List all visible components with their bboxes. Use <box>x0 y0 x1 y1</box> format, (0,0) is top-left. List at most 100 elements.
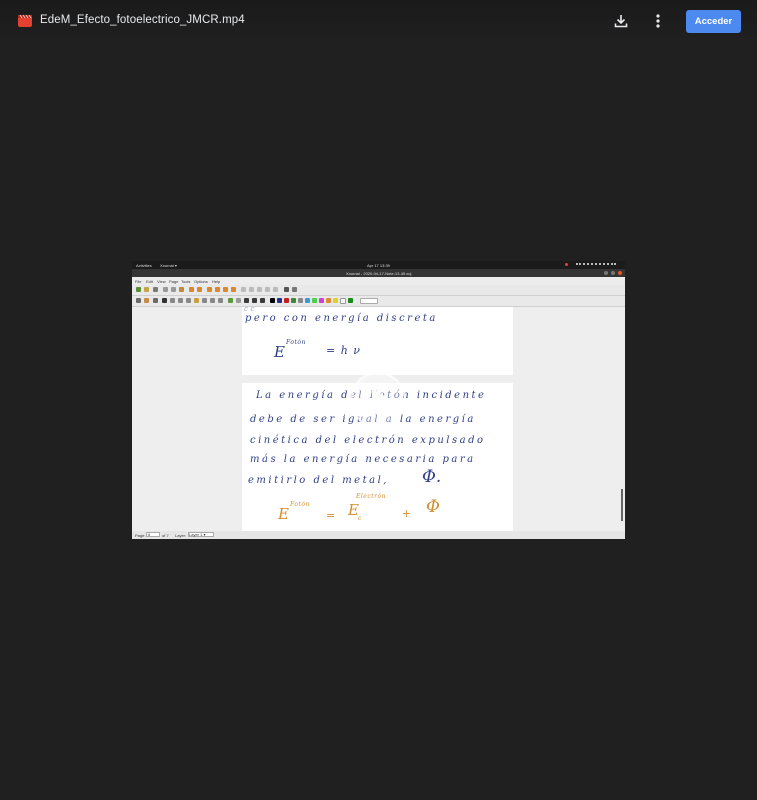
os-top-bar: Activities Xournal ▾ Apr 17 13:39 <box>132 261 625 269</box>
color-lightblue-icon <box>305 298 310 303</box>
select-rect-icon <box>178 298 183 303</box>
color-lightgreen-icon <box>312 298 317 303</box>
top-bar: EdeM_Efecto_fotoelectrico_JMCR.mp4 Acced… <box>0 0 757 42</box>
paste-icon <box>179 287 184 292</box>
download-icon <box>614 15 628 28</box>
sign-in-button[interactable]: Acceder <box>686 10 741 33</box>
more-vert-icon <box>656 14 660 28</box>
maximize-icon <box>611 271 615 275</box>
video-file-icon <box>18 14 32 27</box>
color-orange-icon <box>326 298 331 303</box>
thick-line-icon <box>260 298 265 303</box>
undo-icon <box>189 287 194 292</box>
menu-item: Options <box>194 279 208 284</box>
record-indicator-icon <box>565 263 568 266</box>
menu-item: File <box>135 279 142 284</box>
note-eq1-sup: Fotón <box>286 339 306 346</box>
status-page-label: Page: <box>135 533 146 538</box>
xournal-toolbar-pens <box>132 296 625 307</box>
color-yellow-icon <box>333 298 338 303</box>
previous-page-icon <box>215 287 220 292</box>
copy-icon <box>171 287 176 292</box>
note-eq2-eq: = <box>326 509 338 522</box>
note-line-4: cinética del electrón expulsado <box>250 435 486 446</box>
note-phi: Φ. <box>422 467 442 487</box>
note-eq2-ec-sub: c <box>358 515 364 522</box>
save-icon <box>153 287 158 292</box>
color-magenta-icon <box>319 298 324 303</box>
note-line-1: pero con energía discreta <box>245 313 438 324</box>
note-line-5: más la energía necesaria para <box>250 454 476 465</box>
note-eq2-plus: + <box>402 507 414 520</box>
image-tool-icon <box>170 298 175 303</box>
file-title: EdeM_Efecto_fotoelectrico_JMCR.mp4 <box>40 14 245 26</box>
shape-recognizer-icon <box>218 298 223 303</box>
note-eq1-e: E <box>274 343 285 361</box>
select-region-icon <box>186 298 191 303</box>
note-cutoff: cc <box>244 305 257 313</box>
color-green-icon <box>291 298 296 303</box>
zoom-page-icon <box>265 287 270 292</box>
play-button[interactable] <box>350 372 406 428</box>
thin-line-icon <box>244 298 249 303</box>
menu-item: Page <box>169 279 179 284</box>
color-gray-icon <box>298 298 303 303</box>
zoom-width-icon <box>257 287 262 292</box>
note-eq2-e: E <box>278 505 289 523</box>
default-eraser-icon <box>236 298 241 303</box>
open-file-icon <box>144 287 149 292</box>
os-activities: Activities <box>136 263 152 268</box>
menu-item: Tools <box>181 279 191 284</box>
download-button[interactable] <box>610 10 632 32</box>
status-layer-label: Layer: <box>175 533 187 538</box>
cut-icon <box>163 287 168 292</box>
note-eq2-phi: Φ <box>426 497 440 517</box>
redo-icon <box>197 287 202 292</box>
notes-page: cc pero con energía discreta E Fotón = h… <box>242 305 513 375</box>
canvas-scrollbar <box>621 489 623 521</box>
color-red-icon <box>284 298 289 303</box>
color-custom-icon <box>348 298 353 303</box>
xournal-status-bar: Page: 6 of 7 Layer: Layer 1 ▾ <box>132 531 625 539</box>
play-icon <box>372 388 391 412</box>
os-app-name: Xournal ▾ <box>160 263 177 268</box>
last-page-icon <box>231 287 236 292</box>
new-file-icon <box>136 287 141 292</box>
vertical-space-icon <box>202 298 207 303</box>
minimize-icon <box>604 271 608 275</box>
window-title-bar: Xournal - 2020-04-17-Note-13-45.xoj <box>132 269 625 277</box>
fullscreen-icon <box>292 287 297 292</box>
menu-item: Edit <box>146 279 153 284</box>
os-clock: Apr 17 13:39 <box>367 263 390 268</box>
pen-icon <box>136 298 141 303</box>
highlighter-icon <box>153 298 158 303</box>
ruler-icon <box>210 298 215 303</box>
note-eq2-sup: Fotón <box>290 501 310 508</box>
color-white-icon <box>340 298 346 304</box>
more-options-button[interactable] <box>647 10 669 32</box>
note-eq1-rhs: = h ν <box>326 344 361 357</box>
color-blue-icon <box>277 298 282 303</box>
zoom-in-icon <box>273 287 278 292</box>
close-icon <box>618 271 622 275</box>
hand-tool-icon <box>194 298 199 303</box>
status-layer-select: Layer 1 ▾ <box>188 532 214 537</box>
color-black-icon <box>270 298 275 303</box>
medium-line-icon <box>252 298 257 303</box>
note-line-6: emitirlo del metal, <box>248 475 389 486</box>
first-page-icon <box>207 287 212 292</box>
zoom-100-icon <box>249 287 254 292</box>
eraser-icon <box>144 298 149 303</box>
menu-item: View <box>157 279 166 284</box>
system-tray-icons <box>576 263 616 268</box>
next-page-icon <box>223 287 228 292</box>
font-selector <box>360 298 378 304</box>
text-tool-icon <box>162 298 167 303</box>
search-icon <box>284 287 289 292</box>
menu-bar: File Edit View Page Tools Options Help <box>132 277 625 285</box>
status-page-value: 6 <box>146 532 160 537</box>
note-eq2-ec-sup: Electrón <box>356 493 386 500</box>
window-title: Xournal - 2020-04-17-Note-13-45.xoj <box>346 271 412 276</box>
default-pen-icon <box>228 298 233 303</box>
status-of-pages: of 7 <box>162 533 169 538</box>
